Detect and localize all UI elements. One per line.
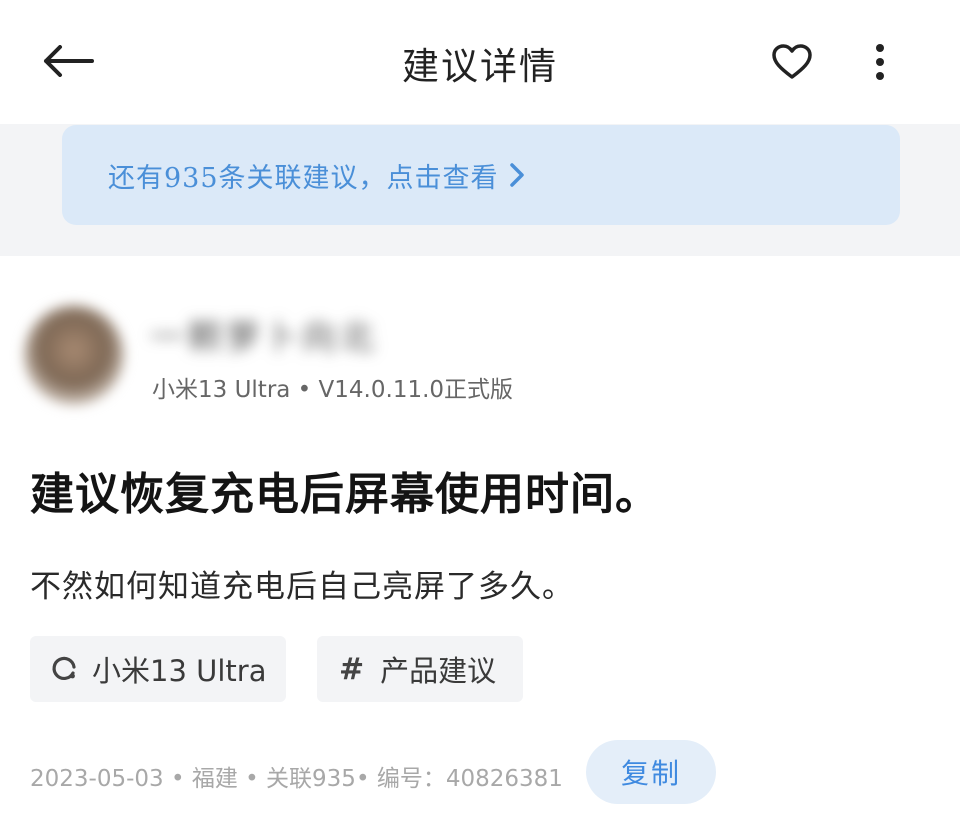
more-options-button[interactable] xyxy=(858,38,902,86)
copy-button-label: 复制 xyxy=(620,757,681,790)
device-tag-label: 小米13 Ultra xyxy=(92,654,267,688)
top-bar: 建议详情 xyxy=(0,0,960,124)
author-name[interactable]: 一颗萝卜向北 xyxy=(150,310,378,359)
copy-button[interactable]: 复制 xyxy=(586,740,716,804)
category-tag[interactable]: # 产品建议 xyxy=(317,636,523,702)
favorite-button[interactable] xyxy=(766,38,818,86)
related-suggestions-text: 还有935条关联建议，点击查看 xyxy=(108,162,499,194)
related-suggestions-area: 还有935条关联建议，点击查看 xyxy=(0,124,960,256)
post-title: 建议恢复充电后屏幕使用时间。 xyxy=(30,469,660,520)
post-body: 不然如何知道充电后自己亮屏了多久。 xyxy=(30,569,574,605)
related-suggestions-banner[interactable]: 还有935条关联建议，点击查看 xyxy=(62,125,900,225)
heart-icon xyxy=(772,44,812,79)
loading-circle-icon xyxy=(50,655,78,683)
chevron-right-icon xyxy=(509,162,525,188)
post-meta: 2023-05-03 • 福建 • 关联935• 编号：40826381 xyxy=(30,766,563,792)
more-vertical-icon xyxy=(876,44,884,80)
hash-icon: # xyxy=(339,651,365,687)
device-tag[interactable]: 小米13 Ultra xyxy=(30,636,286,702)
avatar[interactable] xyxy=(24,305,124,405)
author-device-info: 小米13 Ultra • V14.0.11.0正式版 xyxy=(152,377,514,403)
category-tag-label: 产品建议 xyxy=(380,654,497,688)
